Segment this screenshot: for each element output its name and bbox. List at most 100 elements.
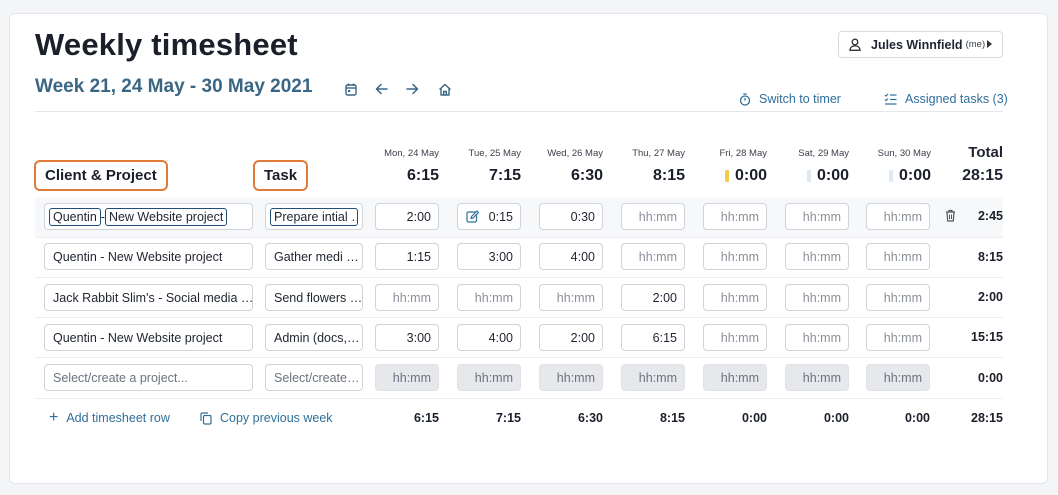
time-input[interactable]: 3:00 <box>457 243 521 270</box>
copy-icon <box>200 411 212 425</box>
project-field[interactable]: Quentin - New Website project <box>44 203 253 230</box>
time-input-disabled: hh:mm <box>621 364 685 391</box>
day-footer-total: 0:00 <box>823 411 849 425</box>
total-header: Total 28:15 <box>943 144 1003 185</box>
day-name: Sun, 30 May <box>877 148 931 159</box>
grand-total-header: 28:15 <box>962 167 1003 184</box>
user-me-label: (me) <box>965 39 986 50</box>
task-name-highlight: Prepare intial … <box>270 207 358 226</box>
arrow-right-icon[interactable] <box>401 78 423 100</box>
header-divider <box>35 111 1003 112</box>
time-input[interactable]: hh:mm <box>785 243 849 270</box>
task-field[interactable]: Send flowers … <box>265 284 363 311</box>
day-indicator-bar <box>888 170 893 182</box>
time-input[interactable]: hh:mm <box>866 243 930 270</box>
time-input[interactable]: hh:mm <box>703 203 767 230</box>
plus-icon: + <box>49 409 59 426</box>
day-indicator-bar <box>724 170 729 182</box>
time-input[interactable]: hh:mm <box>621 243 685 270</box>
row-divider <box>35 277 1003 278</box>
day-footer-total: 7:15 <box>495 411 521 425</box>
day-total: 6:30 <box>570 167 603 184</box>
assigned-tasks-link[interactable]: Assigned tasks (3) <box>884 92 1008 106</box>
assigned-tasks-label: Assigned tasks (3) <box>905 92 1008 106</box>
row-divider <box>35 398 1003 399</box>
page-title: Weekly timesheet <box>35 27 298 62</box>
day-total: 6:15 <box>406 167 439 184</box>
row-divider <box>35 237 1003 238</box>
home-icon[interactable] <box>434 78 456 100</box>
day-name: Tue, 25 May <box>468 148 521 159</box>
row-total: 15:15 <box>971 330 1003 344</box>
day-name: Sat, 29 May <box>798 148 849 159</box>
arrow-left-icon[interactable] <box>370 78 392 100</box>
project-field[interactable]: Quentin - New Website project <box>44 243 253 270</box>
day-footer-total: 8:15 <box>659 411 685 425</box>
time-input[interactable]: 2:00 <box>539 324 603 351</box>
user-selector-button[interactable]: Jules Winnfield (me) <box>838 31 1003 58</box>
day-footer-total: 6:30 <box>577 411 603 425</box>
time-input[interactable]: 2:00 <box>621 284 685 311</box>
time-input[interactable]: 0:30 <box>539 203 603 230</box>
time-input[interactable]: hh:mm <box>457 284 521 311</box>
time-input[interactable]: hh:mm <box>785 284 849 311</box>
day-total: 0:00 <box>734 167 767 184</box>
switch-to-timer-link[interactable]: Switch to timer <box>739 92 841 106</box>
add-timesheet-row-button[interactable]: + Add timesheet row <box>49 409 170 426</box>
time-input[interactable]: 1:15 <box>375 243 439 270</box>
day-header-sun: Sun, 30 May 0:00 <box>851 148 931 185</box>
add-row-label: Add timesheet row <box>66 411 170 425</box>
day-header-thu: Thu, 27 May 8:15 <box>605 148 685 185</box>
project-field[interactable]: Quentin - New Website project <box>44 324 253 351</box>
calendar-icon[interactable] <box>340 78 362 100</box>
project-select-input[interactable]: Select/create a project... <box>44 364 253 391</box>
week-label: Week 21, 24 May - 30 May 2021 <box>35 76 313 97</box>
time-input[interactable]: hh:mm <box>866 203 930 230</box>
time-input[interactable]: hh:mm <box>703 324 767 351</box>
total-label: Total <box>968 144 1003 161</box>
time-input[interactable]: hh:mm <box>785 203 849 230</box>
time-input[interactable]: hh:mm <box>866 284 930 311</box>
task-header: Task <box>253 160 309 191</box>
time-input[interactable]: hh:mm <box>621 203 685 230</box>
task-field[interactable]: Prepare intial … <box>265 203 363 230</box>
time-input[interactable]: 0:15 <box>457 203 521 230</box>
time-input[interactable]: hh:mm <box>866 324 930 351</box>
stopwatch-icon <box>739 92 751 106</box>
project-name-highlight: New Website project <box>104 207 228 226</box>
day-indicator-bar <box>806 170 811 182</box>
row-divider <box>35 317 1003 318</box>
day-footer-total: 0:00 <box>904 411 930 425</box>
footer-grand-total: 28:15 <box>971 411 1003 425</box>
row-total: 2:00 <box>977 290 1003 304</box>
client-name-highlight: Quentin <box>49 207 101 226</box>
task-field[interactable]: Admin (docs,… <box>265 324 363 351</box>
time-input[interactable]: 6:15 <box>621 324 685 351</box>
time-input[interactable]: hh:mm <box>703 284 767 311</box>
time-input[interactable]: hh:mm <box>539 284 603 311</box>
time-value: 0:15 <box>488 209 513 224</box>
caret-right-icon <box>987 40 992 48</box>
task-field[interactable]: Gather medi … <box>265 243 363 270</box>
time-input[interactable]: 2:00 <box>375 203 439 230</box>
task-select-input[interactable]: Select/create… <box>265 364 363 391</box>
time-input[interactable]: 4:00 <box>539 243 603 270</box>
project-field[interactable]: Jack Rabbit Slim's - Social media … <box>44 284 253 311</box>
row-total: 2:45 <box>977 209 1003 223</box>
time-input[interactable]: 3:00 <box>375 324 439 351</box>
time-input[interactable]: hh:mm <box>375 284 439 311</box>
time-input-disabled: hh:mm <box>785 364 849 391</box>
row-total: 8:15 <box>977 250 1003 264</box>
day-footer-total: 6:15 <box>413 411 439 425</box>
day-header-wed: Wed, 26 May 6:30 <box>523 148 603 185</box>
day-header-fri: Fri, 28 May 0:00 <box>687 148 767 185</box>
edit-note-icon[interactable] <box>466 210 479 223</box>
time-input[interactable]: hh:mm <box>785 324 849 351</box>
day-footer-total: 0:00 <box>741 411 767 425</box>
time-input-disabled: hh:mm <box>703 364 767 391</box>
time-input-disabled: hh:mm <box>539 364 603 391</box>
time-input[interactable]: 4:00 <box>457 324 521 351</box>
time-input[interactable]: hh:mm <box>703 243 767 270</box>
copy-previous-week-button[interactable]: Copy previous week <box>200 411 333 425</box>
client-project-header: Client & Project <box>34 160 168 191</box>
